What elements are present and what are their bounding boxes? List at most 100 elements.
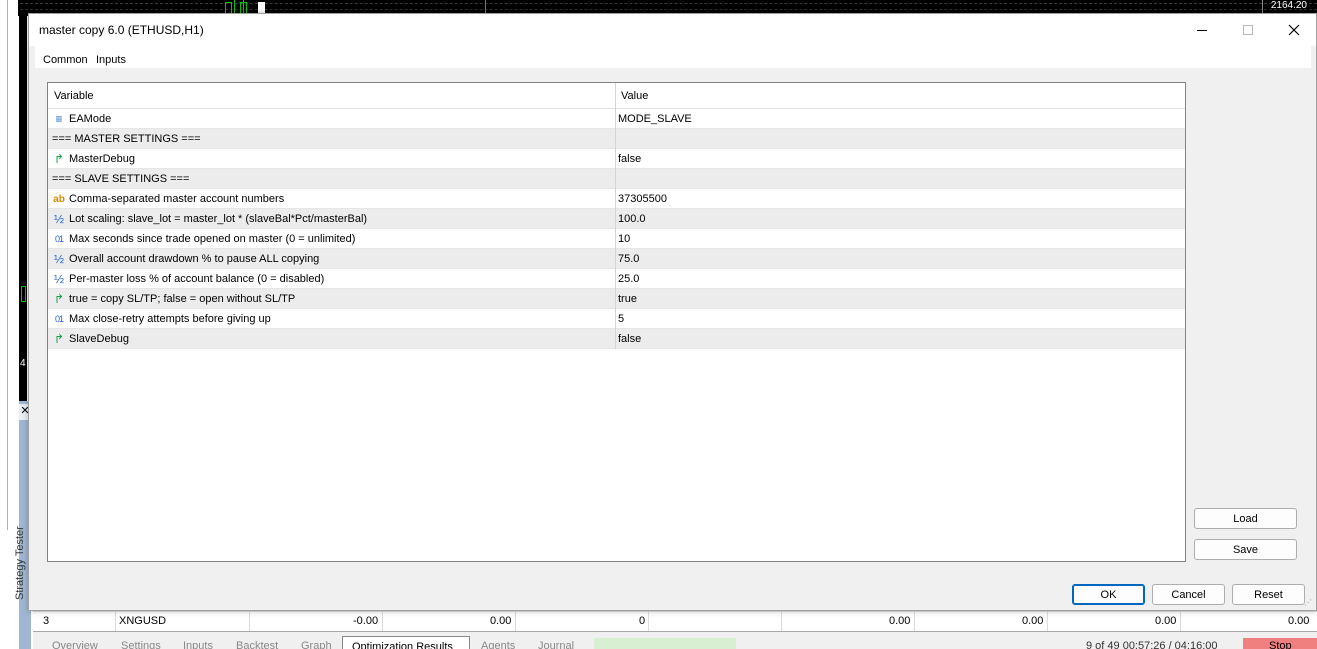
inputs-grid: Variable Value ≡ EAMode MODE_SLAVE === MAST… bbox=[47, 82, 1186, 562]
chart-candle bbox=[21, 286, 26, 302]
result-cell: -0.00 bbox=[353, 615, 379, 627]
tab-graph[interactable]: Graph bbox=[301, 640, 332, 649]
inputs-panel: Variable Value ≡ EAMode MODE_SLAVE === MAST… bbox=[35, 68, 1311, 576]
input-variable-label: Max seconds since trade opened on master… bbox=[69, 233, 356, 245]
progress-bar bbox=[594, 638, 736, 649]
input-row[interactable]: ½ Lot scaling: slave_lot = master_lot * (… bbox=[48, 209, 1185, 229]
bool-icon: ↱ bbox=[53, 331, 65, 346]
minimize-button[interactable] bbox=[1179, 14, 1225, 46]
input-variable-label: MasterDebug bbox=[69, 153, 136, 165]
reset-button[interactable]: Reset bbox=[1232, 584, 1305, 605]
input-row[interactable]: 01 Max seconds since trade opened on mast… bbox=[48, 229, 1185, 249]
result-cell: 0.00 bbox=[889, 615, 911, 627]
input-row[interactable]: ½ Overall account drawdown % to pause ALL… bbox=[48, 249, 1185, 269]
int-icon: 01 bbox=[54, 313, 64, 324]
strategy-tester-label: Strategy Tester bbox=[14, 526, 26, 600]
input-value[interactable]: 10 bbox=[618, 233, 630, 245]
cell-separator bbox=[615, 289, 616, 309]
section-row[interactable]: === SLAVE SETTINGS === bbox=[48, 169, 1185, 189]
tab-agents[interactable]: Agents bbox=[481, 640, 515, 649]
tab-inputs[interactable]: Inputs bbox=[183, 640, 213, 649]
input-variable: ab Comma-separated master account numbers bbox=[52, 193, 284, 205]
input-row[interactable]: ≡ EAMode MODE_SLAVE bbox=[48, 109, 1185, 129]
cell-separator bbox=[615, 209, 616, 229]
input-variable: ½ Overall account drawdown % to pause ALL… bbox=[52, 253, 320, 266]
double-icon: ½ bbox=[53, 211, 64, 226]
optimization-timer: 9 of 49 00:57:26 / 04:16:00 bbox=[1086, 640, 1218, 649]
double-icon: ½ bbox=[53, 271, 64, 286]
input-variable: 01 Max close-retry attempts before giving… bbox=[52, 313, 271, 325]
input-variable: ½ Per-master loss % of account balance (0… bbox=[52, 271, 325, 286]
tab-settings[interactable]: Settings bbox=[121, 640, 161, 649]
result-cell: 0 bbox=[639, 615, 646, 627]
left-chart-edge: 4 bbox=[19, 16, 27, 401]
column-header-value[interactable]: Value bbox=[621, 90, 648, 102]
input-value[interactable]: 37305500 bbox=[618, 193, 667, 205]
chart-grid-line bbox=[0, 3, 1317, 4]
close-button[interactable] bbox=[1271, 14, 1317, 46]
maximize-icon bbox=[1243, 25, 1253, 35]
column-header-variable[interactable]: Variable bbox=[54, 90, 94, 102]
tab-overview[interactable]: Overview bbox=[52, 640, 98, 649]
input-value[interactable]: true bbox=[618, 293, 637, 305]
input-variable-label: === SLAVE SETTINGS === bbox=[52, 173, 190, 185]
tab-optimization-results[interactable]: Optimization Results bbox=[342, 636, 470, 649]
input-variable-label: Lot scaling: slave_lot = master_lot * (s… bbox=[69, 213, 368, 225]
cell-separator bbox=[615, 149, 616, 169]
input-variable: 01 Max seconds since trade opened on mast… bbox=[52, 233, 355, 245]
dialog-titlebar[interactable]: master copy 6.0 (ETHUSD,H1) bbox=[29, 14, 1316, 46]
input-row[interactable]: ↱ MasterDebug false bbox=[48, 149, 1185, 169]
dialog-title: master copy 6.0 (ETHUSD,H1) bbox=[39, 23, 204, 37]
input-row[interactable]: ½ Per-master loss % of account balance (0… bbox=[48, 269, 1185, 289]
string-icon: ab bbox=[53, 193, 65, 205]
cell-separator bbox=[615, 129, 616, 149]
input-value[interactable]: 25.0 bbox=[618, 273, 639, 285]
cell-separator bbox=[615, 249, 616, 269]
result-cell: 0.00 bbox=[1155, 615, 1177, 627]
ok-button[interactable]: OK bbox=[1072, 584, 1145, 605]
load-button[interactable]: Load bbox=[1194, 508, 1297, 529]
price-label: 2164.20 bbox=[1270, 0, 1307, 11]
input-variable: ½ Lot scaling: slave_lot = master_lot * (… bbox=[52, 211, 368, 226]
input-variable: === SLAVE SETTINGS === bbox=[52, 173, 189, 185]
bool-icon: ↱ bbox=[53, 291, 65, 306]
tab-common[interactable]: Common bbox=[43, 54, 88, 66]
result-symbol: XNGUSD bbox=[119, 615, 167, 627]
input-row[interactable]: 01 Max close-retry attempts before giving… bbox=[48, 309, 1185, 329]
tab-backtest[interactable]: Backtest bbox=[236, 640, 278, 649]
input-row[interactable]: ↱ SlaveDebug false bbox=[48, 329, 1185, 349]
tab-journal[interactable]: Journal bbox=[538, 640, 574, 649]
input-variable-label: Comma-separated master account numbers bbox=[69, 193, 285, 205]
result-id: 3 bbox=[43, 615, 50, 627]
cell-separator bbox=[615, 229, 616, 249]
input-value[interactable]: 100.0 bbox=[618, 213, 646, 225]
input-value[interactable]: MODE_SLAVE bbox=[618, 113, 692, 125]
section-row[interactable]: === MASTER SETTINGS === bbox=[48, 129, 1185, 149]
input-value[interactable]: false bbox=[618, 153, 641, 165]
input-variable: === MASTER SETTINGS === bbox=[52, 133, 201, 145]
stop-button[interactable]: Stop bbox=[1243, 638, 1317, 649]
input-variable-label: SlaveDebug bbox=[69, 333, 129, 345]
input-row[interactable]: ↱ true = copy SL/TP; false = open without… bbox=[48, 289, 1185, 309]
input-variable-label: true = copy SL/TP; false = open without … bbox=[69, 293, 296, 305]
inputs-dialog: master copy 6.0 (ETHUSD,H1) Common Input… bbox=[28, 13, 1317, 611]
bool-icon: ↱ bbox=[53, 151, 65, 166]
input-variable-label: Max close-retry attempts before giving u… bbox=[69, 313, 271, 325]
save-button[interactable]: Save bbox=[1194, 539, 1297, 560]
input-variable-label: EAMode bbox=[69, 113, 112, 125]
maximize-button[interactable] bbox=[1225, 14, 1271, 46]
input-variable-label: Per-master loss % of account balance (0 … bbox=[69, 273, 325, 285]
input-row[interactable]: ab Comma-separated master account numbers… bbox=[48, 189, 1185, 209]
input-variable: ↱ SlaveDebug bbox=[52, 331, 129, 346]
cell-separator bbox=[615, 329, 616, 349]
input-value[interactable]: 5 bbox=[618, 313, 624, 325]
input-value[interactable]: 75.0 bbox=[618, 253, 639, 265]
tab-inputs[interactable]: Inputs bbox=[96, 54, 126, 66]
input-variable: ↱ true = copy SL/TP; false = open without… bbox=[52, 291, 296, 306]
table-row[interactable]: 3 XNGUSD -0.00 0.00 0 0.00 0.00 0.00 0.0… bbox=[33, 611, 1317, 632]
cancel-button[interactable]: Cancel bbox=[1152, 584, 1225, 605]
input-variable-label: Overall account drawdown % to pause ALL … bbox=[69, 253, 320, 265]
input-value[interactable]: false bbox=[618, 333, 641, 345]
resize-grip-icon[interactable]: ⋰ bbox=[1304, 598, 1314, 608]
input-variable-label: === MASTER SETTINGS === bbox=[52, 133, 201, 145]
